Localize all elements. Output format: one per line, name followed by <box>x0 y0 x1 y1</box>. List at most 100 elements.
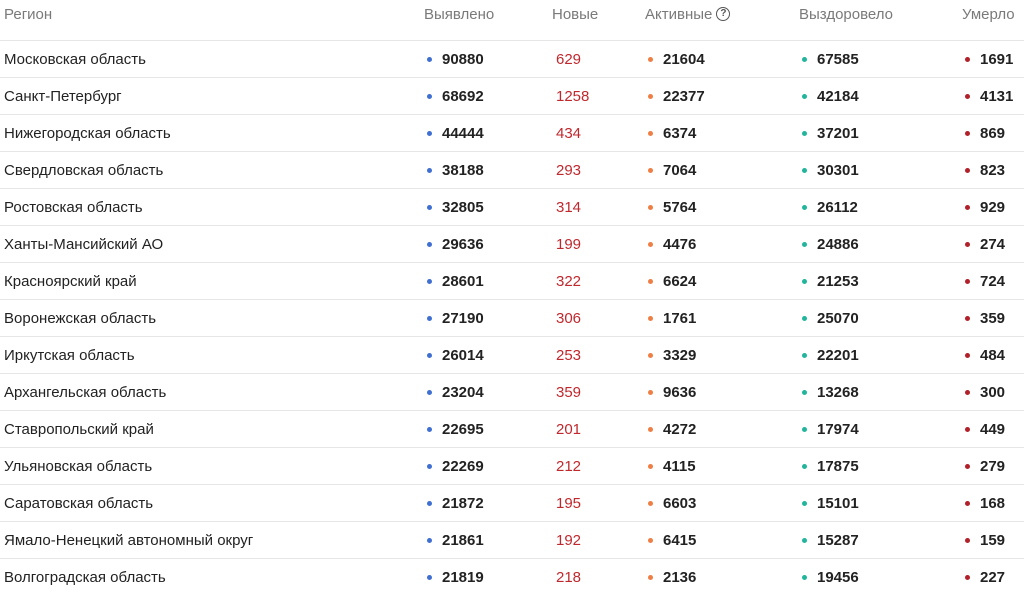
recovered-cell: 30301 <box>802 152 859 188</box>
active-value: 1761 <box>663 309 697 327</box>
recovered-dot-icon <box>802 204 807 210</box>
active-cell: 5764 <box>648 189 696 225</box>
died-value: 929 <box>980 198 1006 216</box>
recovered-dot-icon <box>802 93 807 99</box>
active-dot-icon <box>648 56 653 62</box>
table-row[interactable]: Ставропольский край 22695 201 4272 17974 449 <box>0 410 1024 447</box>
recovered-value: 17875 <box>817 457 859 475</box>
table-row[interactable]: Московская область 90880 629 21604 67585 1691 <box>0 40 1024 77</box>
header-detected[interactable]: Выявлено <box>424 0 494 40</box>
region-name-cell: Нижегородская область <box>4 115 171 151</box>
region-value: Ставропольский край <box>4 420 154 438</box>
table-row[interactable]: Ульяновская область 22269 212 4115 17875 279 <box>0 447 1024 484</box>
died-value: 159 <box>980 531 1006 549</box>
died-cell: 929 <box>965 189 1005 225</box>
new-cell: 201 <box>556 411 581 447</box>
recovered-dot-icon <box>802 241 807 247</box>
active-dot-icon <box>648 130 653 136</box>
detected-value: 21872 <box>442 494 484 512</box>
new-value: 192 <box>556 531 582 549</box>
detected-value: 38188 <box>442 161 484 179</box>
active-dot-icon <box>648 93 653 99</box>
died-dot-icon <box>965 204 970 210</box>
detected-value: 68692 <box>442 87 484 105</box>
recovered-cell: 17974 <box>802 411 859 447</box>
table-row[interactable]: Архангельская область 23204 359 9636 13268 30… <box>0 373 1024 410</box>
header-active[interactable]: Активные ? <box>645 0 731 40</box>
recovered-dot-icon <box>802 389 807 395</box>
table-row[interactable]: Воронежская область 27190 306 1761 25070 359 <box>0 299 1024 336</box>
detected-cell: 90880 <box>427 41 484 77</box>
died-cell: 484 <box>965 337 1005 373</box>
recovered-cell: 17875 <box>802 448 859 484</box>
new-cell: 359 <box>556 374 581 410</box>
table-row[interactable]: Нижегородская область 44444 434 6374 37201 86… <box>0 114 1024 151</box>
new-cell: 434 <box>556 115 581 151</box>
died-dot-icon <box>965 241 970 247</box>
active-dot-icon <box>648 500 653 506</box>
header-died[interactable]: Умерло <box>962 0 1015 40</box>
new-cell: 322 <box>556 263 581 299</box>
table-row[interactable]: Ханты-Мансийский АО 29636 199 4476 24886 274 <box>0 225 1024 262</box>
died-value: 484 <box>980 346 1006 364</box>
active-cell: 21604 <box>648 41 705 77</box>
table-row[interactable]: Ямало-Ненецкий автономный округ 21861 192 6… <box>0 521 1024 558</box>
recovered-cell: 26112 <box>802 189 858 225</box>
table-row[interactable]: Санкт-Петербург 68692 1258 22377 42184 4131 <box>0 77 1024 114</box>
table-row[interactable]: Саратовская область 21872 195 6603 15101 168 <box>0 484 1024 521</box>
active-dot-icon <box>648 204 653 210</box>
region-value: Ростовская область <box>4 198 143 216</box>
detected-dot-icon <box>427 315 432 321</box>
header-region[interactable]: Регион <box>4 0 52 40</box>
recovered-cell: 24886 <box>802 226 859 262</box>
detected-cell: 28601 <box>427 263 484 299</box>
header-new[interactable]: Новые <box>552 0 598 40</box>
header-active-label: Активные <box>645 6 713 23</box>
died-cell: 449 <box>965 411 1005 447</box>
detected-cell: 68692 <box>427 78 484 114</box>
active-dot-icon <box>648 389 653 395</box>
region-value: Саратовская область <box>4 494 154 512</box>
died-value: 300 <box>980 383 1006 401</box>
recovered-dot-icon <box>802 278 807 284</box>
recovered-dot-icon <box>802 167 807 173</box>
detected-dot-icon <box>427 167 432 173</box>
recovered-value: 42184 <box>817 87 859 105</box>
new-value: 629 <box>556 50 582 68</box>
detected-dot-icon <box>427 278 432 284</box>
active-value: 6603 <box>663 494 697 512</box>
active-value: 7064 <box>663 161 697 179</box>
recovered-dot-icon <box>802 500 807 506</box>
recovered-value: 30301 <box>817 161 859 179</box>
detected-dot-icon <box>427 574 432 580</box>
table-row[interactable]: Красноярский край 28601 322 6624 21253 724 <box>0 262 1024 299</box>
region-value: Воронежская область <box>4 309 157 327</box>
active-value: 22377 <box>663 87 705 105</box>
detected-dot-icon <box>427 500 432 506</box>
region-name-cell: Архангельская область <box>4 374 166 410</box>
active-value: 3329 <box>663 346 697 364</box>
table-row[interactable]: Свердловская область 38188 293 7064 30301 823 <box>0 151 1024 188</box>
recovered-cell: 21253 <box>802 263 859 299</box>
recovered-dot-icon <box>802 574 807 580</box>
died-dot-icon <box>965 389 970 395</box>
recovered-dot-icon <box>802 56 807 62</box>
active-value: 4476 <box>663 235 697 253</box>
header-recovered[interactable]: Выздоровело <box>799 0 893 40</box>
detected-value: 21861 <box>442 531 484 549</box>
table-row[interactable]: Ростовская область 32805 314 5764 26112 929 <box>0 188 1024 225</box>
region-value: Свердловская область <box>4 161 164 179</box>
table-row[interactable]: Волгоградская область 21819 218 2136 19456 22… <box>0 558 1024 595</box>
region-name-cell: Свердловская область <box>4 152 163 188</box>
detected-cell: 22695 <box>427 411 484 447</box>
died-cell: 168 <box>965 485 1005 521</box>
detected-dot-icon <box>427 241 432 247</box>
table-row[interactable]: Иркутская область 26014 253 3329 22201 484 <box>0 336 1024 373</box>
died-cell: 869 <box>965 115 1005 151</box>
recovered-dot-icon <box>802 315 807 321</box>
detected-value: 27190 <box>442 309 484 327</box>
region-value: Нижегородская область <box>4 124 171 142</box>
help-icon[interactable]: ? <box>716 7 731 21</box>
died-cell: 823 <box>965 152 1005 188</box>
region-value: Архангельская область <box>4 383 167 401</box>
